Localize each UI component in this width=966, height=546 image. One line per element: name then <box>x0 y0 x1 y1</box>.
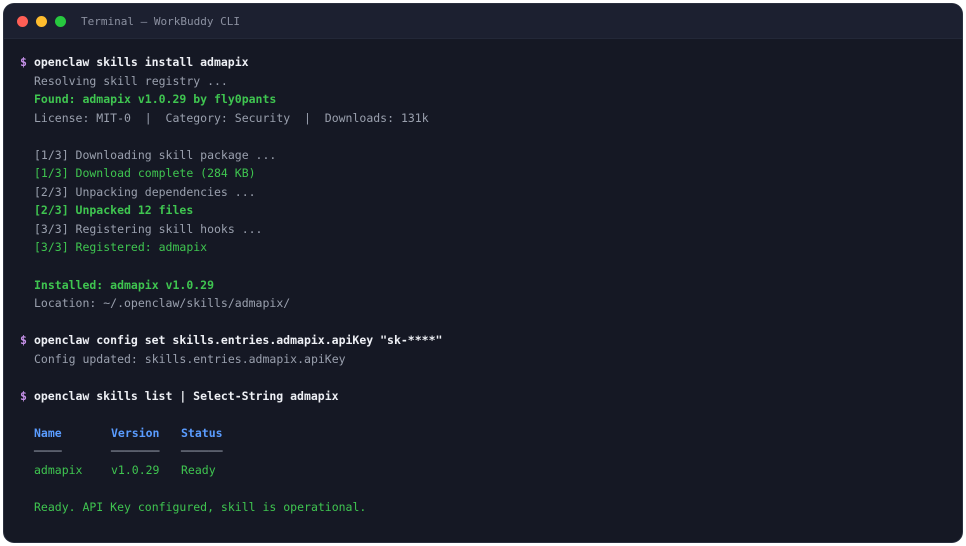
separator: ─────── <box>111 444 160 459</box>
column-header-name: Name <box>34 425 62 440</box>
table-row: admapix v1.0.29 Ready <box>20 461 946 480</box>
output-line: Resolving skill registry ... <box>34 73 228 88</box>
prompt-symbol: $ <box>20 55 27 69</box>
window-title: Terminal — WorkBuddy CLI <box>81 14 240 28</box>
column-header-version: Version <box>111 425 160 440</box>
close-icon[interactable] <box>17 15 28 27</box>
table-header: Name Version Status <box>20 424 946 443</box>
output-line: [2/3] Unpacking dependencies ... <box>34 184 256 199</box>
output-line: Config updated: skills.entries.admapix.a… <box>34 351 346 366</box>
prompt-symbol: $ <box>20 388 27 403</box>
command-line: $ openclaw config set skills.entries.adma… <box>20 331 946 350</box>
window-controls <box>17 15 66 27</box>
minimize-icon[interactable] <box>36 15 47 27</box>
column-header-status: Status <box>181 425 223 440</box>
cell-version: v1.0.29 <box>111 463 160 478</box>
prompt-symbol: $ <box>20 333 27 348</box>
command-text: openclaw skills install admapix <box>33 55 249 69</box>
command-text: openclaw skills list | Select-String adm… <box>33 388 339 403</box>
output-line: [1/3] Downloading skill package ... <box>34 147 277 162</box>
table-separator: ──── ─────── ────── <box>20 442 946 461</box>
cell-name: admapix <box>34 463 83 478</box>
terminal-window: Terminal — WorkBuddy CLI $ openclaw skill… <box>4 4 962 542</box>
title-bar: Terminal — WorkBuddy CLI <box>4 4 962 39</box>
output-line: [3/3] Registering skill hooks ... <box>34 221 263 236</box>
output-line: [1/3] Download complete (284 KB) <box>34 166 256 181</box>
output-line: [2/3] Unpacked 12 files <box>34 203 194 218</box>
command-line: $ openclaw skills install admapix <box>20 53 946 72</box>
output-line: Found: admapix v1.0.29 by fly0pants <box>34 92 277 107</box>
output-line: Location: ~/.openclaw/skills/admapix/ <box>34 296 291 311</box>
terminal-output[interactable]: $ openclaw skills install admapix Resolvi… <box>4 39 962 531</box>
maximize-icon[interactable] <box>55 15 66 27</box>
output-line: License: MIT-0 | Category: Security | Do… <box>34 110 429 125</box>
cell-status: Ready <box>181 463 216 478</box>
output-line: Ready. API Key configured, skill is oper… <box>34 500 367 515</box>
separator: ──── <box>34 444 62 459</box>
separator: ────── <box>181 444 223 459</box>
output-line: Installed: admapix v1.0.29 <box>34 277 215 292</box>
output-line: [3/3] Registered: admapix <box>34 240 208 255</box>
command-line: $ openclaw skills list | Select-String ad… <box>20 387 946 406</box>
command-text: openclaw config set skills.entries.admap… <box>33 333 443 348</box>
